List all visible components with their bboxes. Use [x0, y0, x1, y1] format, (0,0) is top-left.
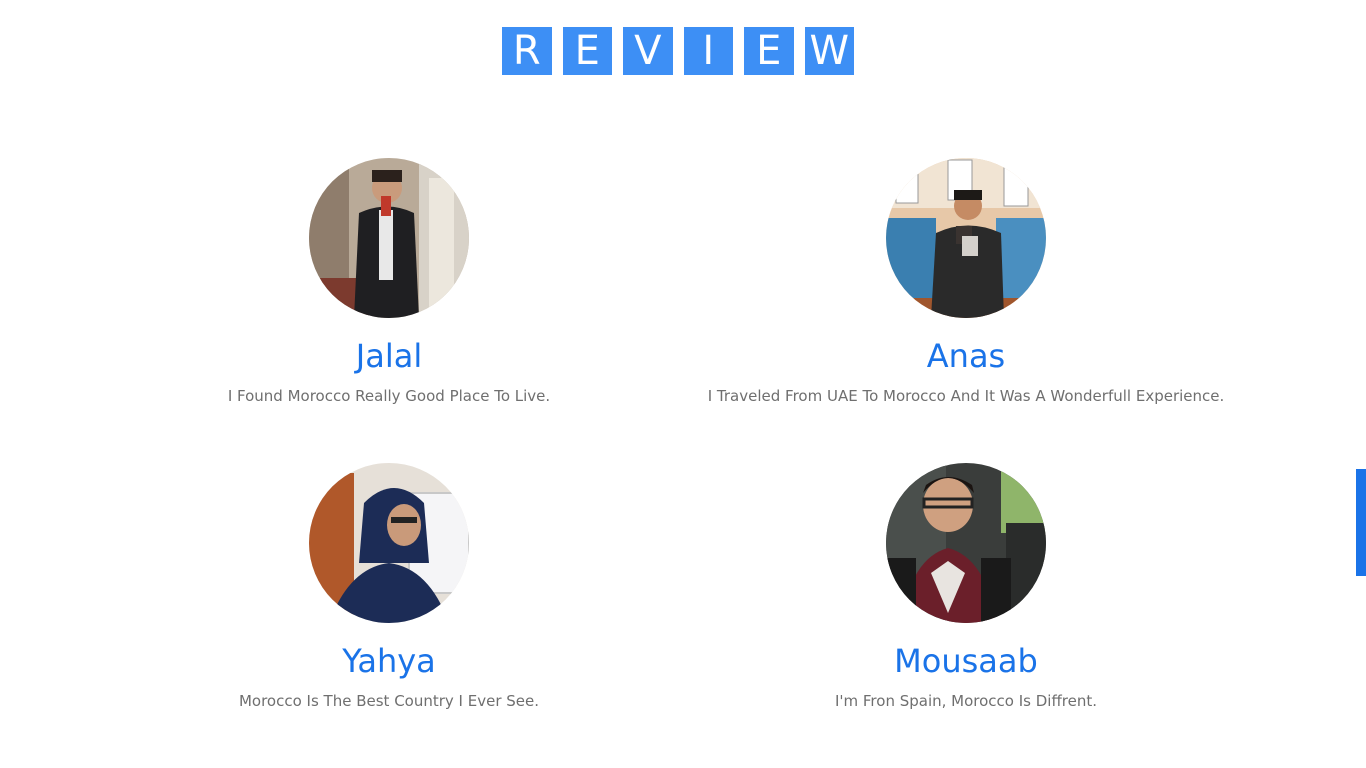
heading-letter-r: R: [502, 27, 552, 75]
avatar-mousaab: [886, 463, 1046, 623]
review-card-yahya: Yahya Morocco Is The Best Country I Ever…: [89, 463, 689, 710]
heading-letter-e: E: [562, 27, 612, 75]
review-heading: R E V I E W: [502, 27, 854, 75]
avatar-anas: [886, 158, 1046, 318]
reviewer-name: Mousaab: [894, 642, 1038, 680]
heading-letter-v: V: [623, 27, 673, 75]
reviewer-name: Jalal: [355, 337, 423, 375]
review-text: I Traveled From UAE To Morocco And It Wa…: [707, 387, 1225, 405]
heading-letter-w: W: [804, 27, 854, 75]
reviewer-name: Yahya: [342, 642, 436, 680]
avatar-jalal: [309, 158, 469, 318]
heading-letter-i: I: [683, 27, 733, 75]
review-card-jalal: Jalal I Found Morocco Really Good Place …: [89, 158, 689, 405]
avatar-yahya: [309, 463, 469, 623]
review-text: Morocco Is The Best Country I Ever See.: [238, 692, 540, 710]
review-text: I'm Fron Spain, Morocco Is Diffrent.: [834, 692, 1098, 710]
review-card-anas: Anas I Traveled From UAE To Morocco And …: [666, 158, 1266, 405]
reviewer-name: Anas: [926, 337, 1006, 375]
review-card-mousaab: Mousaab I'm Fron Spain, Morocco Is Diffr…: [666, 463, 1266, 710]
scrollbar-thumb[interactable]: [1356, 469, 1366, 576]
heading-letter-e2: E: [744, 27, 794, 75]
review-text: I Found Morocco Really Good Place To Liv…: [227, 387, 551, 405]
review-page: R E V I E W Jalal I Found Morocco Really…: [0, 0, 1366, 768]
